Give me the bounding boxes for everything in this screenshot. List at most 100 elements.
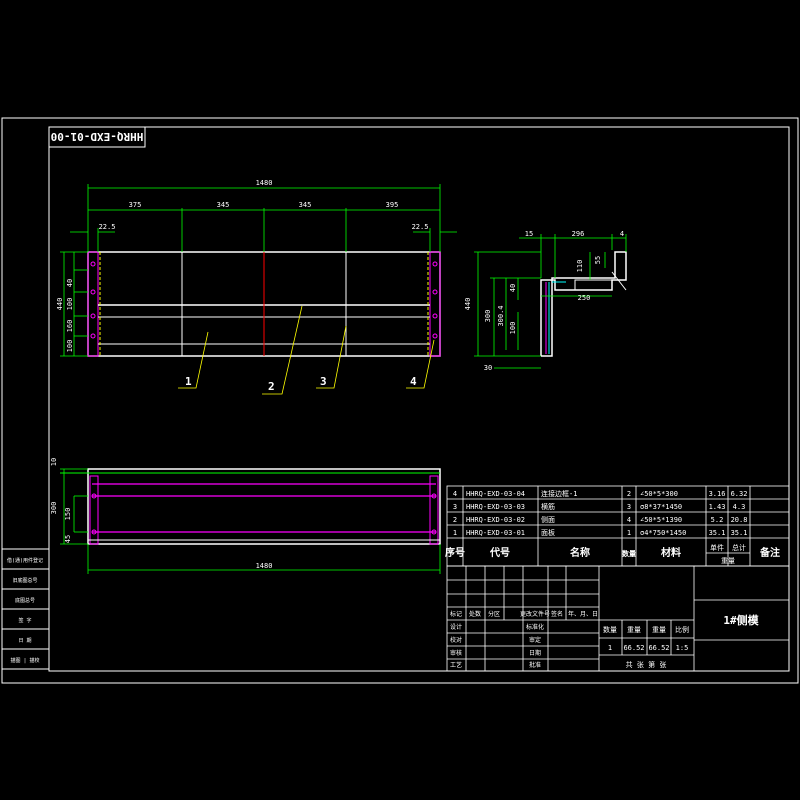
- role-date: 日期: [529, 649, 541, 657]
- side-bottom: 30: [484, 364, 492, 372]
- callout-1: 1: [185, 375, 192, 388]
- sheet-inner-border: [48, 126, 790, 672]
- left-strip-3: 底图总号: [15, 597, 35, 604]
- callout-leaders: [178, 305, 435, 395]
- bom-cell-total: 6.32: [731, 490, 748, 498]
- left-strip-5: 日 期: [18, 638, 31, 644]
- bom-header-name: 名称: [570, 546, 590, 559]
- plan-top: 10: [50, 458, 58, 466]
- plan-overall-width: 1480: [256, 562, 273, 570]
- side-top-right: 4: [620, 230, 624, 238]
- qty-value: 1: [608, 644, 612, 652]
- bom-header-unit: 单件: [710, 543, 724, 552]
- weight-label-2: 重量: [652, 626, 666, 634]
- callout-3: 3: [320, 375, 327, 388]
- bom-cell-material: ∠50*5*300: [640, 490, 678, 498]
- callout-2: 2: [268, 380, 275, 393]
- bom-header-material: 材料: [661, 546, 681, 559]
- plan-view: 1480 10 300 150 45: [50, 458, 441, 574]
- rev-header-1: 标记: [450, 610, 462, 618]
- left-strip: [1, 548, 50, 670]
- front-segment-3: 345: [299, 201, 312, 209]
- plan-height-total: 300: [50, 502, 58, 515]
- side-flange-h: 110: [576, 260, 584, 273]
- front-view: 1480 375 345 345 395 22.5 22.5 440 40 10…: [56, 179, 457, 395]
- drawing-number-box: HHRQ-EXD-01-00: [48, 126, 146, 148]
- front-height-part-1: 40: [66, 279, 74, 287]
- plan-dimensions: [60, 468, 441, 574]
- side-inner-a: 300: [484, 310, 492, 323]
- sheet-outer-border: [1, 117, 799, 684]
- bom-header-qty: 数量: [622, 549, 636, 558]
- weight-value-2: 66.52: [648, 644, 669, 652]
- role-check: 校对: [450, 636, 462, 644]
- plan-bottom: 45: [64, 535, 72, 543]
- side-inner-d: 40: [509, 284, 517, 292]
- bom-cell-total: 35.1: [731, 529, 748, 537]
- front-height-part-2: 100: [66, 298, 74, 311]
- rev-header-4: 更改文件号: [520, 610, 550, 618]
- bom-cell-unit: 35.1: [709, 529, 726, 537]
- bom-rows: 4 HHRQ-EXD-03-04 连接边框-1 2 ∠50*5*300 3.16 6.32 3…: [453, 489, 748, 537]
- bom-cell-unit: 3.16: [709, 490, 726, 498]
- bom-header-code: 代号: [489, 546, 510, 559]
- bom-cell-no: 3: [453, 503, 457, 511]
- bom-cell-name: 连接边框-1: [541, 489, 577, 498]
- sheet-label: 共 张 第 张: [626, 660, 667, 669]
- front-end-frame-right: [429, 251, 441, 357]
- front-segment-4: 395: [386, 201, 399, 209]
- rev-header-2: 处数: [469, 610, 481, 618]
- role-review: 审核: [450, 649, 462, 657]
- scale-label: 比例: [675, 625, 689, 634]
- front-segment-1: 375: [129, 201, 142, 209]
- front-edge-right: 22.5: [412, 223, 429, 231]
- bom-cell-material: σ4*750*1450: [640, 529, 686, 537]
- bom-cell-no: 1: [453, 529, 457, 537]
- side-flange-inner: 55: [594, 256, 602, 264]
- front-height-part-3: 160: [66, 320, 74, 333]
- bom-header-weight: 重量: [721, 557, 735, 565]
- bom-cell-total: 20.8: [731, 516, 748, 524]
- side-flange: [574, 279, 613, 291]
- bom-header-no: 序号: [445, 546, 465, 559]
- bom-cell-code: HHRQ-EXD-03-03: [466, 503, 525, 511]
- weight-value: 66.52: [623, 644, 644, 652]
- rev-header-3: 分区: [488, 610, 500, 618]
- left-strip-6: 描图 | 描校: [10, 657, 39, 664]
- front-overall-width: 1480: [256, 179, 273, 187]
- bom-cell-name: 面板: [541, 528, 555, 537]
- front-end-frame-left: [87, 251, 99, 357]
- role-ratify: 批准: [529, 661, 541, 669]
- rev-header-5: 签名: [551, 610, 563, 618]
- left-strip-2: 旧底图总号: [12, 577, 37, 584]
- plan-outline: [87, 468, 441, 545]
- bom-cell-material: σ8*37*1450: [640, 503, 682, 511]
- bom-cell-no: 4: [453, 490, 457, 498]
- callout-4: 4: [410, 375, 417, 388]
- bom-cell-qty: 2: [627, 490, 631, 498]
- drawing-number: HHRQ-EXD-01-00: [51, 130, 144, 143]
- rev-header-6: 年、月、日: [568, 610, 598, 618]
- role-approve: 审定: [529, 636, 541, 644]
- bom-cell-qty: 1: [627, 529, 631, 537]
- bom-cell-code: HHRQ-EXD-03-04: [466, 490, 525, 498]
- bom-cell-unit: 1.43: [709, 503, 726, 511]
- bom-cell-code: HHRQ-EXD-03-02: [466, 516, 525, 524]
- side-dimensions: [474, 234, 627, 369]
- left-strip-1: 借(通)用件登记: [7, 557, 43, 564]
- bom-header-remark: 备注: [759, 546, 780, 559]
- front-edge-left: 22.5: [99, 223, 116, 231]
- bom-cell-name: 侧面: [541, 515, 555, 524]
- side-top-mid: 296: [572, 230, 585, 238]
- role-design: 设计: [450, 623, 462, 631]
- front-dimensions: [60, 184, 457, 357]
- role-standard: 标准化: [526, 623, 544, 631]
- role-process: 工艺: [450, 661, 462, 669]
- cad-drawing-canvas: HHRQ-EXD-01-00 1480 375 345 345 395 22.5…: [1, 117, 799, 684]
- bom-cell-code: HHRQ-EXD-03-01: [466, 529, 525, 537]
- plan-inner: 150: [64, 508, 72, 521]
- front-height-part-4: 100: [66, 340, 74, 353]
- plan-bolt-holes: [91, 493, 437, 535]
- front-height-total: 440: [56, 298, 64, 311]
- part-name: 1#侧模: [723, 613, 759, 627]
